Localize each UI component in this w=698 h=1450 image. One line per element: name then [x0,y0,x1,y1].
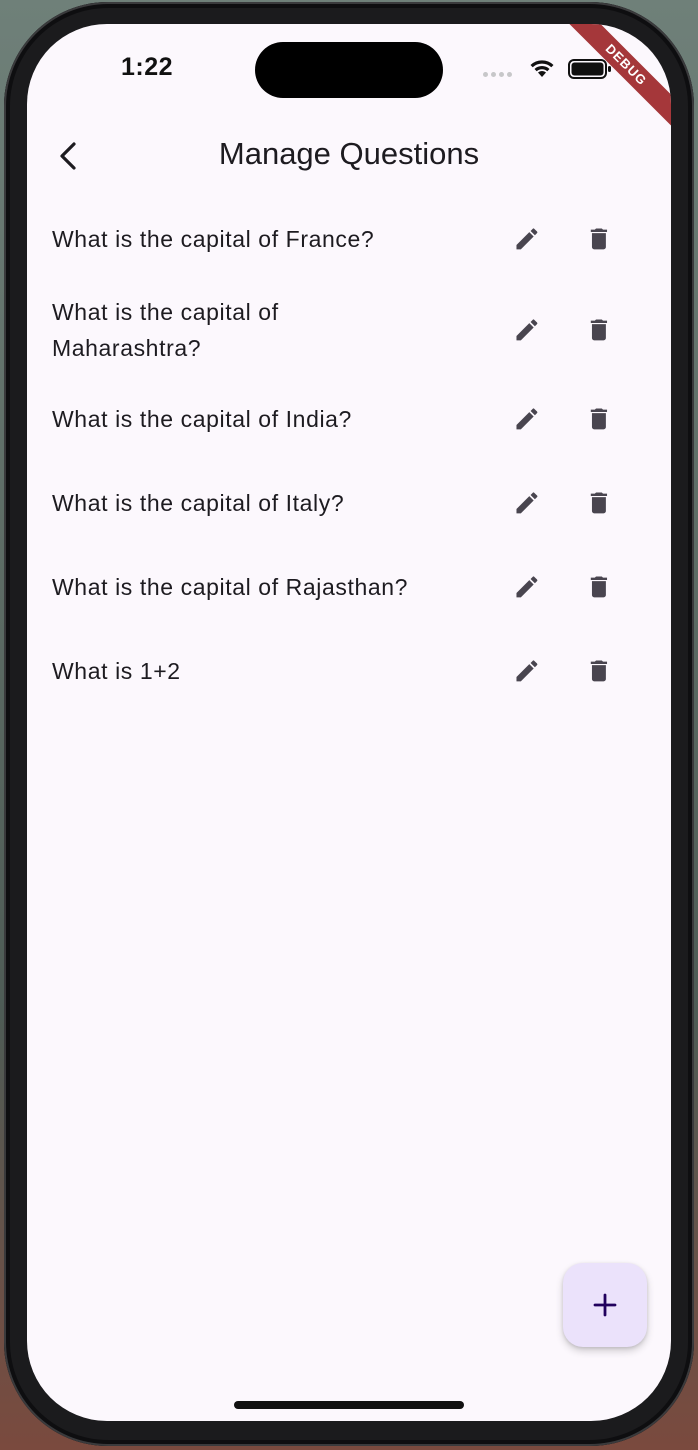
status-time: 1:22 [121,53,174,81]
question-text: What is the capital of Italy? [52,490,345,516]
pencil-icon [516,319,538,341]
page-title: Manage Questions [218,136,480,171]
trash-icon [590,408,608,430]
edit-button[interactable] [503,215,551,263]
edit-button[interactable] [503,306,551,354]
delete-button[interactable] [575,215,623,263]
trash-icon [590,319,608,341]
edit-button[interactable] [503,647,551,695]
question-text: What is 1+2 [52,658,181,684]
home-indicator[interactable] [234,1401,464,1409]
cellular-signal-icon [483,72,512,77]
trash-icon [590,492,608,514]
pencil-icon [516,576,538,598]
delete-button[interactable] [575,395,623,443]
question-text: What is the capital of Maharashtra? [52,299,279,361]
app-screen: 1:22 DEBUG Manage Questions What is the … [27,24,671,1421]
pencil-icon [516,408,538,430]
pencil-icon [516,492,538,514]
pencil-icon [516,660,538,682]
pencil-icon [516,228,538,250]
question-text: What is the capital of France? [52,226,375,252]
delete-button[interactable] [575,479,623,527]
question-text: What is the capital of Rajasthan? [52,574,409,600]
battery-icon [568,59,611,79]
trash-icon [590,228,608,250]
edit-button[interactable] [503,479,551,527]
question-text: What is the capital of India? [52,406,352,432]
trash-icon [590,660,608,682]
dynamic-island [255,42,443,98]
add-question-button[interactable] [563,1263,647,1347]
delete-button[interactable] [575,563,623,611]
plus-icon [593,1293,617,1317]
wifi-icon [530,60,554,77]
delete-button[interactable] [575,306,623,354]
edit-button[interactable] [503,395,551,443]
delete-button[interactable] [575,647,623,695]
trash-icon [590,576,608,598]
edit-button[interactable] [503,563,551,611]
